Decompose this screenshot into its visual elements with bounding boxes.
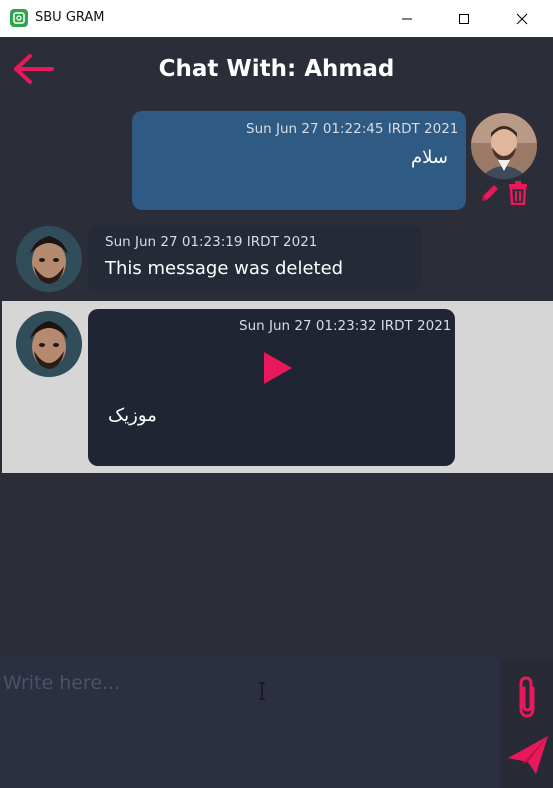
minimize-button[interactable] xyxy=(384,0,430,37)
window-title: SBU GRAM xyxy=(35,10,105,25)
avatar xyxy=(16,226,82,292)
maximize-icon xyxy=(459,13,469,24)
close-button[interactable] xyxy=(499,0,545,37)
minimize-icon xyxy=(402,18,412,19)
message-bubble-own[interactable]: Sun Jun 27 01:22:45 IRDT 2021 سلام xyxy=(132,111,466,210)
message-text: This message was deleted xyxy=(105,258,344,279)
page-title: Chat With: Ahmad xyxy=(158,56,395,82)
avatar xyxy=(16,311,82,377)
message-text: سلام xyxy=(411,147,448,168)
title-bar[interactable]: SBU GRAM xyxy=(0,0,553,37)
message-timestamp: Sun Jun 27 01:23:19 IRDT 2021 xyxy=(105,234,318,250)
send-button[interactable] xyxy=(506,734,550,780)
composer-area xyxy=(0,658,500,788)
message-text: موزیک xyxy=(108,405,157,426)
edit-button[interactable] xyxy=(479,182,501,208)
play-icon xyxy=(264,352,292,384)
message-bubble-other[interactable]: Sun Jun 27 01:23:19 IRDT 2021 This messa… xyxy=(88,225,421,291)
delete-icon xyxy=(509,181,527,206)
message-timestamp: Sun Jun 27 01:23:32 IRDT 2021 xyxy=(239,318,452,334)
edit-icon xyxy=(482,185,498,201)
close-icon xyxy=(516,13,528,24)
app-window: SBU GRAM Chat With: Ahmad Sun Jun 27 01:… xyxy=(0,0,553,788)
message-bubble-media[interactable]: Sun Jun 27 01:23:32 IRDT 2021 موزیک xyxy=(88,309,455,466)
composer-actions xyxy=(500,658,553,788)
app-logo-icon xyxy=(10,9,28,27)
play-button[interactable] xyxy=(262,350,294,390)
message-input[interactable] xyxy=(0,658,500,788)
avatar xyxy=(471,113,537,179)
attach-button[interactable] xyxy=(514,674,540,724)
maximize-button[interactable] xyxy=(441,0,487,37)
text-cursor-icon xyxy=(257,682,267,700)
delete-button[interactable] xyxy=(507,181,529,209)
paperclip-icon xyxy=(519,676,535,718)
send-icon xyxy=(508,736,548,774)
message-timestamp: Sun Jun 27 01:22:45 IRDT 2021 xyxy=(246,121,459,137)
